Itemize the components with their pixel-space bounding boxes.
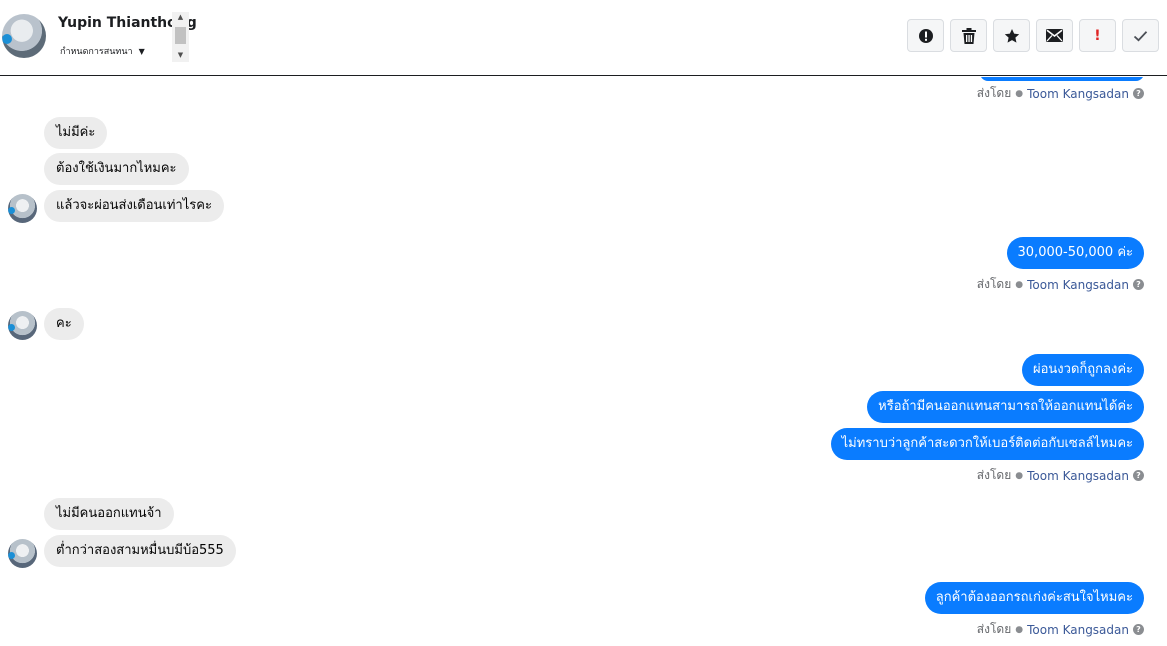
contact-avatar[interactable] [2,14,46,58]
sent-by-prefix: ส่งโดย [976,468,1012,482]
delete-button[interactable] [950,19,987,52]
verified-dot-icon: ● [1015,470,1024,481]
scrollbar-thumb[interactable] [175,27,186,44]
agent-name[interactable]: Toom Kangsadan [1027,469,1129,483]
help-icon[interactable]: ? [1133,624,1144,635]
outgoing-message-bubble[interactable]: ไม่ทราบว่าลูกค้าสะดวกให้เบอร์ติดต่อกับเซ… [830,428,1144,460]
verified-dot-icon: ● [1015,88,1024,99]
sender-avatar[interactable] [8,194,37,223]
star-icon [1004,28,1019,43]
header-scrollbar[interactable]: ▲ ▼ [172,12,189,62]
incoming-message-bubble[interactable]: ไม่มีค่ะ [44,117,108,149]
sent-by-line: ส่งโดย ● Toom Kangsadan ? [977,620,1144,639]
help-icon[interactable]: ? [1133,279,1144,290]
sent-by-prefix: ส่งโดย [976,86,1012,100]
caret-down-icon: ▼ [138,47,145,56]
outgoing-message-bubble[interactable]: หรือถ้ามีคนออกแทนสามารถให้ออกแทนได้ค่ะ [867,391,1144,423]
message-thread[interactable]: ส่งโดย ● Toom Kangsadan ? ไม่มีค่ะ ต้องใ… [0,77,1167,646]
alert-circle-icon [918,28,933,43]
incoming-message-bubble[interactable]: ต่ำกว่าสองสามหมื่นบมีบ้อ555 [44,535,236,567]
sent-by-prefix: ส่งโดย [976,277,1012,291]
spam-report-button[interactable] [907,19,944,52]
envelope-icon [1046,29,1063,42]
scroll-up-arrow-icon[interactable]: ▲ [172,12,189,22]
agent-name[interactable]: Toom Kangsadan [1027,87,1129,101]
star-button[interactable] [993,19,1030,52]
sent-by-line: ส่งโดย ● Toom Kangsadan ? [977,84,1144,103]
scroll-down-arrow-icon[interactable]: ▼ [172,50,189,60]
sender-avatar[interactable] [8,539,37,568]
incoming-message-bubble[interactable]: ต้องใช้เงินมากไหมคะ [44,153,189,185]
conversation-header: Yupin Thianthong กำหนดการสนทนา ▼ ▲ ▼ ! [0,0,1167,76]
outgoing-message-bubble[interactable]: ลูกค้าต้องออกรถเก่งค่ะสนใจไหมคะ [924,582,1144,614]
sent-by-prefix: ส่งโดย [976,622,1012,636]
conversation-settings-label: กำหนดการสนทนา [60,47,133,57]
outgoing-message-bubble-partial [980,77,1144,81]
sent-by-line: ส่งโดย ● Toom Kangsadan ? [977,275,1144,294]
help-icon[interactable]: ? [1133,88,1144,99]
incoming-message-bubble[interactable]: ไม่มีคนออกแทนจ้า [44,498,174,530]
mark-unread-button[interactable] [1036,19,1073,52]
incoming-message-bubble[interactable]: แล้วจะผ่อนส่งเดือนเท่าไรคะ [44,190,224,222]
checkmark-icon [1133,30,1148,41]
trash-icon [961,27,976,44]
help-icon[interactable]: ? [1133,470,1144,481]
important-button[interactable]: ! [1079,19,1116,52]
incoming-message-bubble[interactable]: คะ [44,308,84,340]
outgoing-message-bubble[interactable]: ผ่อนงวดก็ถูกลงค่ะ [1021,354,1144,386]
sent-by-line: ส่งโดย ● Toom Kangsadan ? [977,466,1144,485]
conversation-settings-dropdown[interactable]: กำหนดการสนทนา ▼ [60,44,145,58]
verified-dot-icon: ● [1015,624,1024,635]
mark-done-button[interactable] [1122,19,1159,52]
agent-name[interactable]: Toom Kangsadan [1027,623,1129,637]
verified-dot-icon: ● [1015,279,1024,290]
thread-action-toolbar: ! [907,19,1159,52]
outgoing-message-bubble[interactable]: 30,000-50,000 ค่ะ [1006,237,1144,269]
agent-name[interactable]: Toom Kangsadan [1027,278,1129,292]
exclamation-icon: ! [1094,27,1101,44]
sender-avatar[interactable] [8,311,37,340]
